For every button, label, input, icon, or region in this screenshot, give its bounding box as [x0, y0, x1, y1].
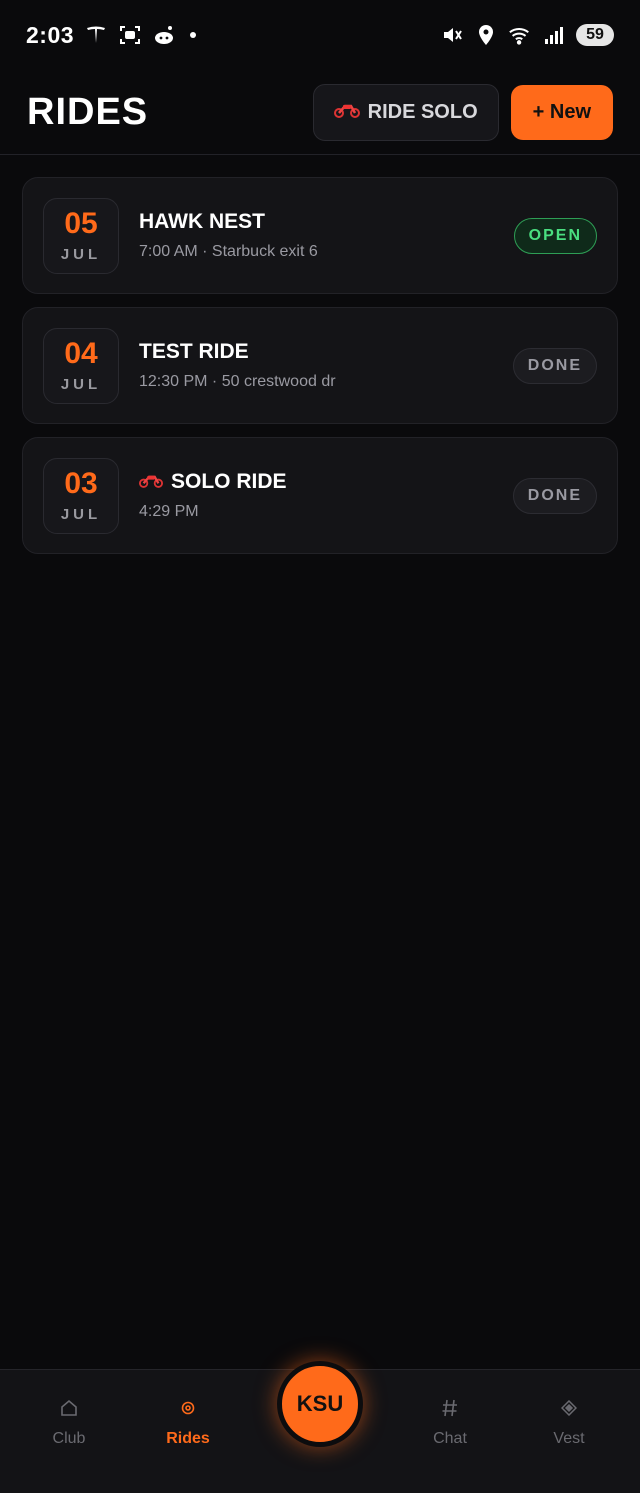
mute-icon — [440, 23, 464, 47]
face-scan-icon — [118, 23, 142, 47]
nav-item-club[interactable]: Club — [19, 1390, 119, 1448]
ride-card[interactable]: 03 JUL SOLO RIDE 4:29 PM DONE — [22, 437, 618, 554]
nav-item-vest[interactable]: Vest — [519, 1390, 619, 1448]
status-badge: DONE — [512, 347, 597, 384]
ride-date-day: 04 — [64, 337, 98, 370]
rides-screen: 2:03 59 RIDES RIDE SOLO + New 05 JUL HAW… — [0, 0, 640, 1493]
ksu-fab-button[interactable]: KSU — [277, 1361, 363, 1447]
ride-date-month: JUL — [60, 376, 102, 393]
target-icon — [180, 1390, 196, 1426]
page-title: RIDES — [27, 90, 149, 133]
hash-icon — [441, 1390, 459, 1426]
ride-date-day: 03 — [64, 467, 98, 500]
ride-date: 05 JUL — [43, 197, 119, 274]
ride-card[interactable]: 04 JUL TEST RIDE 12:30 PM · 50 crestwood… — [22, 307, 618, 424]
ride-date-month: JUL — [60, 506, 102, 523]
ride-title-text: HAWK NEST — [139, 210, 265, 233]
ride-list: 05 JUL HAWK NEST 7:00 AM · Starbuck exit… — [22, 177, 618, 567]
nav-label: Chat — [433, 1430, 467, 1447]
nav-item-rides[interactable]: Rides — [138, 1390, 238, 1448]
ride-solo-label: RIDE SOLO — [367, 100, 478, 123]
wifi-icon — [508, 23, 532, 47]
battery-indicator: 59 — [576, 24, 614, 46]
status-left: 2:03 — [26, 21, 197, 49]
ride-title-text: TEST RIDE — [139, 340, 249, 363]
status-badge: DONE — [512, 477, 597, 514]
motorcycle-icon — [139, 470, 163, 494]
ride-card[interactable]: 05 JUL HAWK NEST 7:00 AM · Starbuck exit… — [22, 177, 618, 294]
status-badge: OPEN — [513, 217, 597, 254]
ride-date: 04 JUL — [43, 327, 119, 404]
ride-date-day: 05 — [64, 207, 98, 240]
ride-title-text: SOLO RIDE — [171, 470, 287, 493]
nav-label: Rides — [166, 1430, 210, 1447]
status-time: 2:03 — [26, 21, 75, 48]
reddit-icon — [152, 23, 176, 47]
header-actions: RIDE SOLO + New — [312, 83, 613, 141]
nav-label: Club — [52, 1430, 86, 1447]
motorcycle-icon — [333, 101, 360, 124]
status-right: 59 — [440, 23, 614, 47]
signal-icon — [542, 23, 566, 47]
new-ride-button[interactable]: + New — [510, 84, 613, 140]
location-icon — [474, 23, 498, 47]
nav-label: Vest — [553, 1430, 585, 1447]
nav-item-chat[interactable]: Chat — [400, 1390, 500, 1448]
home-icon — [59, 1390, 79, 1426]
tesla-icon — [84, 23, 108, 47]
ride-date-month: JUL — [60, 246, 102, 263]
header-divider — [0, 154, 640, 155]
ride-solo-button[interactable]: RIDE SOLO — [312, 83, 499, 141]
ride-date: 03 JUL — [43, 457, 119, 534]
notification-dot — [190, 32, 197, 38]
diamond-icon — [561, 1390, 577, 1426]
status-bar: 2:03 59 — [0, 0, 640, 70]
header: RIDES RIDE SOLO + New — [0, 70, 640, 154]
